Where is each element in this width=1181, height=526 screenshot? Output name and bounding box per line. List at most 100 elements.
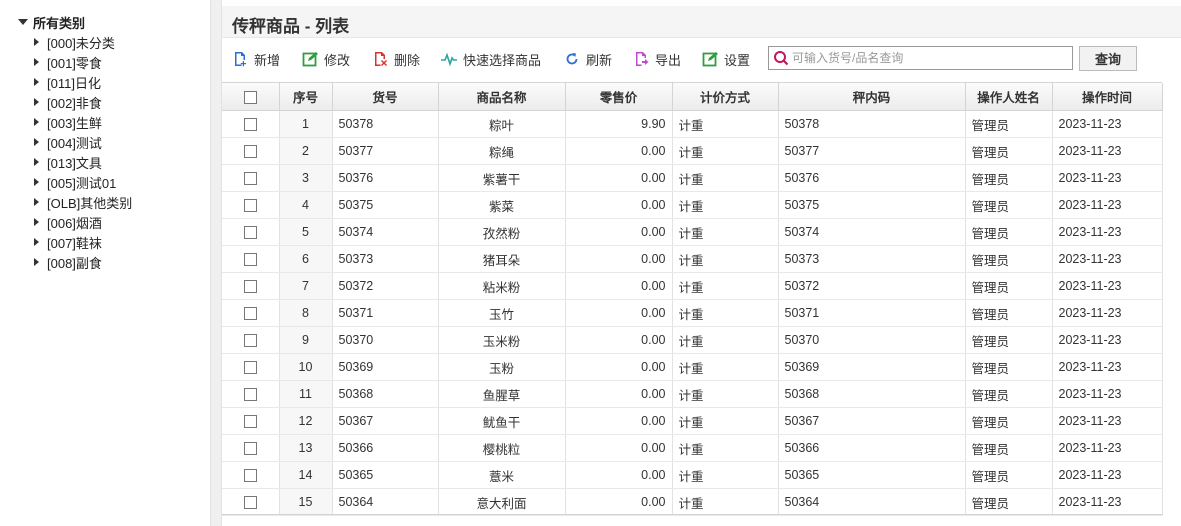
table-row[interactable]: 9 50370 玉米粉 0.00 计重 50370 管理员 2023-11-23 [222,326,1163,354]
row-select-cell[interactable] [222,434,280,462]
collapsed-arrow-icon[interactable] [34,98,39,106]
tree-item-label[interactable]: [OLB]其他类别 [47,193,132,212]
tree-item-label[interactable]: [005]测试01 [47,173,116,192]
settings-button[interactable]: 设置 [702,48,750,70]
add-button[interactable]: 新增 [232,48,280,70]
collapsed-arrow-icon[interactable] [34,218,39,226]
tree-item[interactable]: [OLB]其他类别 [34,192,132,212]
row-checkbox[interactable] [243,496,257,510]
collapsed-arrow-icon[interactable] [34,258,39,266]
row-checkbox[interactable] [243,118,257,132]
table-row[interactable]: 5 50374 孜然粉 0.00 计重 50374 管理员 2023-11-23 [222,218,1163,246]
column-header[interactable]: 操作人姓名 [965,83,1053,111]
tree-item[interactable]: [013]文具 [34,152,132,172]
row-select-cell[interactable] [222,299,280,327]
row-checkbox[interactable] [243,307,257,321]
tree-item-label[interactable]: [001]零食 [47,53,102,72]
tree-item[interactable]: [007]鞋袜 [34,232,132,252]
row-select-cell[interactable] [222,272,280,300]
row-checkbox[interactable] [243,415,257,429]
column-header[interactable]: 操作时间 [1052,83,1163,111]
collapsed-arrow-icon[interactable] [34,118,39,126]
collapsed-arrow-icon[interactable] [34,198,39,206]
tree-item[interactable]: [004]测试 [34,132,132,152]
tree-item-label[interactable]: [008]副食 [47,253,102,272]
tree-item[interactable]: [002]非食 [34,92,132,112]
tree-root[interactable]: 所有类别 [18,12,85,32]
row-checkbox[interactable] [243,334,257,348]
tree-item[interactable]: [003]生鲜 [34,112,132,132]
row-select-cell[interactable] [222,326,280,354]
row-checkbox[interactable] [243,199,257,213]
tree-item-label[interactable]: [000]未分类 [47,33,115,52]
tree-item[interactable]: [008]副食 [34,252,132,272]
quick-select-button[interactable]: 快速选择商品 [441,48,541,70]
row-select-cell[interactable] [222,137,280,165]
row-checkbox[interactable] [243,361,257,375]
row-select-cell[interactable] [222,218,280,246]
query-button[interactable]: 查询 [1079,46,1137,71]
tree-item-label[interactable]: [011]日化 [47,73,101,92]
table-row[interactable]: 2 50377 粽绳 0.00 计重 50377 管理员 2023-11-23 [222,137,1163,165]
table-row[interactable]: 8 50371 玉竹 0.00 计重 50371 管理员 2023-11-23 [222,299,1163,327]
tree-item-label[interactable]: [013]文具 [47,153,102,172]
row-select-cell[interactable] [222,245,280,273]
search-input[interactable] [792,51,1062,65]
row-checkbox[interactable] [243,253,257,267]
tree-item-label[interactable]: [004]测试 [47,133,102,152]
table-row[interactable]: 13 50366 樱桃粒 0.00 计重 50366 管理员 2023-11-23 [222,434,1163,462]
tree-item-label[interactable]: [006]烟酒 [47,213,102,232]
row-checkbox[interactable] [243,172,257,186]
table-row[interactable]: 4 50375 紫菜 0.00 计重 50375 管理员 2023-11-23 [222,191,1163,219]
row-checkbox[interactable] [243,442,257,456]
collapsed-arrow-icon[interactable] [34,38,39,46]
table-row[interactable]: 11 50368 鱼腥草 0.00 计重 50368 管理员 2023-11-23 [222,380,1163,408]
table-row[interactable]: 7 50372 粘米粉 0.00 计重 50372 管理员 2023-11-23 [222,272,1163,300]
row-select-cell[interactable] [222,110,280,138]
tree-item[interactable]: [011]日化 [34,72,132,92]
column-header[interactable]: 零售价 [565,83,673,111]
collapsed-arrow-icon[interactable] [34,138,39,146]
column-header[interactable]: 序号 [279,83,333,111]
tree-item-label[interactable]: [007]鞋袜 [47,233,102,252]
tree-item[interactable]: [006]烟酒 [34,212,132,232]
table-row[interactable]: 10 50369 玉粉 0.00 计重 50369 管理员 2023-11-23 [222,353,1163,381]
select-all-checkbox[interactable] [243,90,257,104]
collapsed-arrow-icon[interactable] [34,238,39,246]
delete-button[interactable]: 删除 [372,48,420,70]
column-header[interactable]: 货号 [332,83,439,111]
collapsed-arrow-icon[interactable] [34,58,39,66]
row-checkbox[interactable] [243,280,257,294]
table-row[interactable]: 6 50373 猪耳朵 0.00 计重 50373 管理员 2023-11-23 [222,245,1163,273]
row-checkbox[interactable] [243,388,257,402]
row-select-cell[interactable] [222,407,280,435]
edit-button[interactable]: 修改 [302,48,350,70]
row-select-cell[interactable] [222,461,280,489]
table-row[interactable]: 3 50376 紫薯干 0.00 计重 50376 管理员 2023-11-23 [222,164,1163,192]
collapsed-arrow-icon[interactable] [34,158,39,166]
export-button[interactable]: 导出 [633,48,681,70]
tree-item-label[interactable]: [003]生鲜 [47,113,102,132]
search-box[interactable] [768,46,1073,70]
row-checkbox[interactable] [243,145,257,159]
expanded-arrow-icon[interactable] [18,19,28,25]
select-all-cell[interactable] [222,83,280,111]
table-row[interactable]: 14 50365 薏米 0.00 计重 50365 管理员 2023-11-23 [222,461,1163,489]
column-header[interactable]: 计价方式 [672,83,779,111]
table-row[interactable]: 12 50367 鱿鱼干 0.00 计重 50367 管理员 2023-11-23 [222,407,1163,435]
collapsed-arrow-icon[interactable] [34,78,39,86]
row-select-cell[interactable] [222,380,280,408]
tree-item[interactable]: [001]零食 [34,52,132,72]
row-select-cell[interactable] [222,164,280,192]
tree-root-label[interactable]: 所有类别 [33,13,85,32]
table-row[interactable]: 15 50364 意大利面 0.00 计重 50364 管理员 2023-11-23 [222,488,1163,516]
row-checkbox[interactable] [243,226,257,240]
column-header[interactable]: 秤内码 [778,83,966,111]
collapsed-arrow-icon[interactable] [34,178,39,186]
table-row[interactable]: 1 50378 粽叶 9.90 计重 50378 管理员 2023-11-23 [222,110,1163,138]
tree-item[interactable]: [000]未分类 [34,32,132,52]
refresh-button[interactable]: 刷新 [564,48,612,70]
panel-splitter[interactable] [210,0,222,526]
row-checkbox[interactable] [243,469,257,483]
column-header[interactable]: 商品名称 [438,83,566,111]
